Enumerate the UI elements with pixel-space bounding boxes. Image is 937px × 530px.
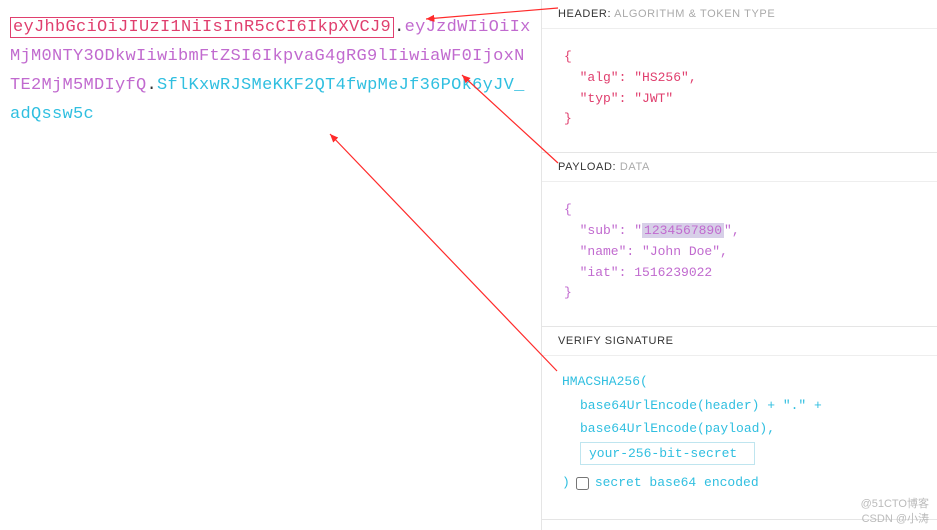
secret-base64-checkbox[interactable] [576,477,589,490]
decoded-panel: HEADER: ALGORITHM & TOKEN TYPE { "alg": … [542,0,937,530]
verify-closing-paren: ) [562,471,570,494]
verify-line-2: base64UrlEncode(payload), [562,417,917,440]
payload-section-title: PAYLOAD: DATA [542,153,937,182]
watermark: @51CTO博客 CSDN @小涛 [861,497,929,526]
verify-section: VERIFY SIGNATURE HMACSHA256( base64UrlEn… [542,327,937,520]
verify-section-title: VERIFY SIGNATURE [542,327,937,356]
verify-line-1: base64UrlEncode(header) + "." + [562,394,917,417]
encoded-token[interactable]: eyJhbGciOiJIUzI1NiIsInR5cCI6IkpXVCJ9.eyJ… [10,14,531,130]
secret-base64-label: secret base64 encoded [595,471,759,494]
encoded-token-panel: eyJhbGciOiJIUzI1NiIsInR5cCI6IkpXVCJ9.eyJ… [0,0,542,530]
sub-value-highlight: 1234567890 [642,223,724,238]
verify-fn-name: HMACSHA256( [562,370,917,393]
secret-input[interactable] [580,442,755,465]
token-header-segment: eyJhbGciOiJIUzI1NiIsInR5cCI6IkpXVCJ9 [10,17,394,38]
header-section: HEADER: ALGORITHM & TOKEN TYPE { "alg": … [542,0,937,153]
verify-body: HMACSHA256( base64UrlEncode(header) + ".… [542,356,937,519]
payload-json[interactable]: { "sub": "1234567890", "name": "John Doe… [542,182,937,326]
payload-section: PAYLOAD: DATA { "sub": "1234567890", "na… [542,153,937,327]
header-section-title: HEADER: ALGORITHM & TOKEN TYPE [542,0,937,29]
header-json[interactable]: { "alg": "HS256", "typ": "JWT" } [542,29,937,152]
